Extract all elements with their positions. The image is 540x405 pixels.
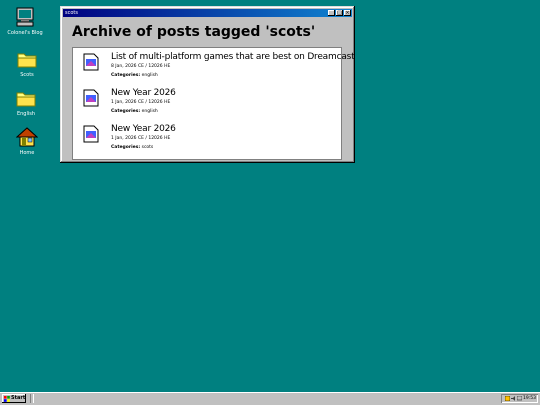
document-icon [83, 125, 99, 143]
categories-label: Categories: [111, 109, 141, 114]
desktop-icon-label: English [16, 111, 36, 117]
folder-icon [16, 92, 36, 107]
start-label: Start [11, 395, 26, 401]
document-icon [83, 53, 99, 71]
desktop-icon-home[interactable]: Home [4, 126, 50, 156]
volume-icon[interactable] [511, 396, 516, 401]
computer-icon [16, 7, 34, 27]
desktop-icon-scots[interactable]: Scots [4, 48, 50, 78]
category-link[interactable]: scots [142, 145, 154, 150]
desktop-icon-label: Colonel's Blog [7, 30, 43, 36]
categories-label: Categories: [111, 145, 141, 150]
document-icon [83, 89, 99, 107]
list-item[interactable]: New Year 2026 1 Jan, 2026 CE / 12026 HE … [83, 124, 341, 158]
categories-label: Categories: [111, 73, 141, 78]
category-link[interactable]: english [142, 109, 158, 114]
network-icon[interactable] [505, 396, 511, 401]
desktop-icon-label: Home [19, 150, 35, 156]
taskbar-divider [30, 394, 34, 403]
folder-icon [17, 53, 37, 68]
system-tray: 19:53 [501, 394, 538, 403]
post-categories: Categories: english [111, 73, 158, 78]
posts-list: List of multi-platform games that are be… [72, 47, 355, 160]
desktop-icon-colonels-blog[interactable]: Colonel's Blog [2, 6, 48, 36]
desktop-icon-english[interactable]: English [3, 87, 49, 117]
post-date: 1 Jan, 2026 CE / 12026 HE [111, 100, 171, 105]
page-title: Archive of posts tagged 'scots' [72, 24, 316, 40]
taskbar: Start 19:53 [0, 392, 540, 405]
start-button[interactable]: Start [2, 394, 26, 403]
category-link[interactable]: english [142, 73, 158, 78]
windows-logo-icon [4, 395, 10, 402]
list-item[interactable]: New Year 2026 1 Jan, 2026 CE / 12026 HE … [83, 88, 341, 122]
maximize-button[interactable]: □ [336, 10, 343, 16]
display-icon[interactable] [517, 396, 523, 401]
post-title-link[interactable]: New Year 2026 [111, 88, 176, 98]
archive-window: scots _ □ × Archive of posts tagged 'sco… [60, 6, 355, 163]
post-title-link[interactable]: New Year 2026 [111, 124, 176, 134]
window-controls: _ □ × [327, 10, 351, 16]
list-item[interactable]: List of multi-platform games that are be… [83, 52, 355, 86]
desktop-icon-label: Scots [20, 72, 34, 78]
home-icon [16, 127, 38, 147]
post-date: 1 Jan, 2026 CE / 12026 HE [111, 136, 171, 141]
minimize-button[interactable]: _ [328, 10, 335, 16]
post-categories: Categories: scots [111, 145, 153, 150]
clock[interactable]: 19:53 [523, 396, 536, 401]
window-title: scots [65, 10, 78, 16]
post-title-link[interactable]: List of multi-platform games that are be… [111, 52, 355, 62]
post-categories: Categories: english [111, 109, 158, 114]
close-button[interactable]: × [344, 10, 351, 16]
post-date: 8 Jan, 2026 CE / 12026 HE [111, 64, 171, 69]
window-titlebar[interactable]: scots _ □ × [63, 9, 352, 17]
